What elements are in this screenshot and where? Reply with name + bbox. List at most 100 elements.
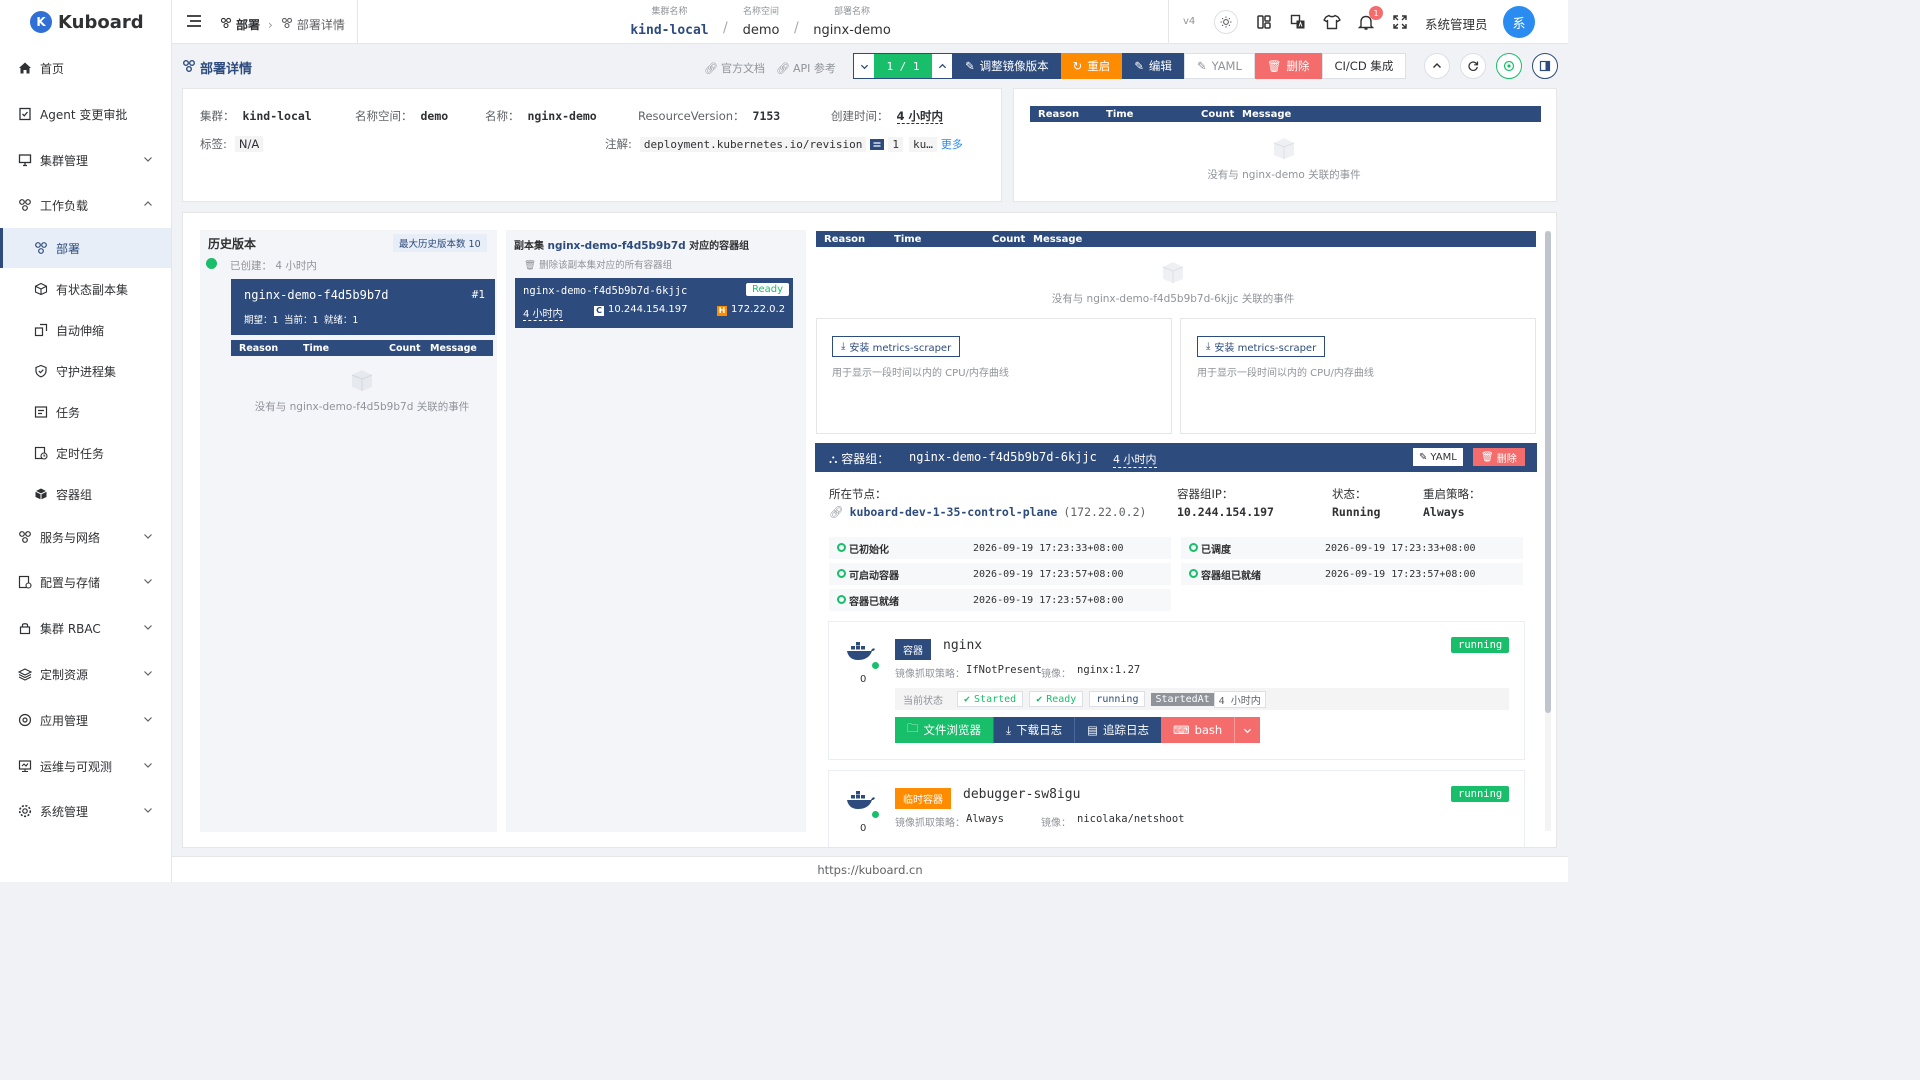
api-link-label: API 参考 xyxy=(792,62,836,75)
download-log-button[interactable]: ⤓ 下载日志 xyxy=(993,717,1075,743)
meta-key: 创建时间： xyxy=(831,109,889,123)
meta-created: 创建时间： 4 小时内 xyxy=(831,108,944,124)
pod-card[interactable]: nginx-demo-f4d5b9b7d-6kjjc Ready 4 小时内 C… xyxy=(515,278,793,328)
install-metrics-button[interactable]: ⤓ 安装 metrics-scraper xyxy=(832,336,961,357)
edit-button[interactable]: ✎ 编辑 xyxy=(1122,53,1184,79)
sidebar-item-jobs[interactable]: 任务 xyxy=(0,392,171,432)
api-link[interactable]: 🔗︎ API 参考 xyxy=(776,60,836,76)
column-header: Count xyxy=(992,233,1026,245)
sidebar-item-crd[interactable]: 定制资源 xyxy=(0,654,171,694)
sidebar-item-workloads[interactable]: 工作负载 xyxy=(0,185,171,225)
empty-text: 没有与 nginx-demo-f4d5b9b7d 关联的事件 xyxy=(254,401,470,413)
follow-log-button[interactable]: ▤ 追踪日志 xyxy=(1074,717,1161,743)
pod-age: 4 小时内 xyxy=(1113,453,1157,468)
shell-dropdown[interactable] xyxy=(1234,717,1261,743)
history-title: 历史版本 xyxy=(208,237,257,251)
delete-button[interactable]: 🗑︎ 删除 xyxy=(1254,53,1322,79)
cicd-button[interactable]: CI/CD 集成 xyxy=(1321,53,1407,79)
file-browser-button[interactable]: 🗀︎ 文件浏览器 xyxy=(895,717,993,743)
chat-icon[interactable] xyxy=(1496,53,1522,79)
breadcrumb-deployments[interactable]: 部署 xyxy=(236,16,260,33)
node-link[interactable]: kuboard-dev-1-35-control-plane xyxy=(850,505,1058,519)
button-label: 编辑 xyxy=(1148,59,1172,73)
job-icon xyxy=(34,405,48,419)
annotation-key: deployment.kubernetes.io/revision xyxy=(639,136,867,152)
user-name[interactable]: 系统管理员 xyxy=(1425,14,1488,33)
deployment-icon xyxy=(34,241,48,255)
sidebar-item-daemonsets[interactable]: 守护进程集 xyxy=(0,351,171,391)
history-max-badge: 最大历史版本数 10 xyxy=(393,234,487,252)
container-card-debugger: 0 临时容器 debugger-sw8igu running 镜像抓取策略： A… xyxy=(828,770,1525,847)
button-label: YAML xyxy=(1430,451,1457,463)
pager-up-icon[interactable] xyxy=(932,54,952,78)
sidebar-item-deployments[interactable]: 部署 xyxy=(0,228,171,268)
menu-toggle-icon[interactable] xyxy=(186,14,202,31)
sidebar-item-home[interactable]: 首页 xyxy=(0,48,171,88)
state-label: 当前状态 xyxy=(903,695,943,707)
container-status-dot xyxy=(872,811,879,818)
replicaset-name: nginx-demo-f4d5b9b7d xyxy=(547,240,686,252)
cronjob-icon xyxy=(34,446,48,460)
revision-number: #1 xyxy=(471,288,485,301)
pager-down-icon[interactable] xyxy=(854,54,874,78)
sidebar-item-cluster-mgmt[interactable]: 集群管理 xyxy=(0,140,171,180)
yaml-button[interactable]: ✎ YAML xyxy=(1183,53,1255,79)
refresh-icon[interactable] xyxy=(1460,53,1486,79)
sidebar-item-pods[interactable]: 容器组 xyxy=(0,474,171,514)
footer-link[interactable]: https://kuboard.cn xyxy=(817,863,922,877)
button-label: 重启 xyxy=(1087,59,1111,73)
sidebar-item-cronjobs[interactable]: 定时任务 xyxy=(0,433,171,473)
container-card-nginx: 0 容器 nginx running 镜像抓取策略： IfNotPresent … xyxy=(828,621,1525,760)
sidebar-item-agent-approval[interactable]: Agent 变更审批 xyxy=(0,94,171,134)
logo[interactable]: K Kuboard xyxy=(0,0,171,44)
collapse-up-icon[interactable] xyxy=(1424,53,1450,79)
context-deployment[interactable]: 部署名称 nginx-demo xyxy=(810,4,894,38)
pod-delete-button[interactable]: 🗑︎ 删除 xyxy=(1473,448,1525,466)
sidebar-item-label: 服务与网络 xyxy=(40,530,101,545)
annotations-more-link[interactable]: 更多 xyxy=(941,136,963,152)
events-table-header: Reason Time Count Message xyxy=(1030,106,1541,122)
sidebar: K Kuboard 首页 Agent 变更审批 集群管理 工作负载 部署 有状态… xyxy=(0,0,172,882)
history-events-empty: 没有与 nginx-demo-f4d5b9b7d 关联的事件 xyxy=(231,365,493,414)
sidebar-item-app-mgmt[interactable]: 应用管理 xyxy=(0,700,171,740)
layout-icon[interactable] xyxy=(1254,12,1274,32)
status-dot xyxy=(206,258,217,269)
sidebar-item-service-network[interactable]: 服务与网络 xyxy=(0,517,171,557)
app-name: Kuboard xyxy=(58,11,144,33)
lock-icon xyxy=(18,621,32,635)
adjust-image-button[interactable]: ✎ 调整镜像版本 xyxy=(953,53,1061,79)
docs-link[interactable]: 🔗︎ 官方文档 xyxy=(704,60,765,76)
install-metrics-button[interactable]: ⤓ 安装 metrics-scraper xyxy=(1197,336,1326,357)
scrollbar-track[interactable] xyxy=(1545,231,1551,831)
meta-value: demo xyxy=(420,109,449,123)
sidebar-item-ops[interactable]: 运维与可观测 xyxy=(0,746,171,786)
pod-events-empty: 没有与 nginx-demo-f4d5b9b7d-6kjjc 关联的事件 xyxy=(1023,257,1323,306)
memory-metrics-panel: ⤓ 安装 metrics-scraper 用于显示一段时间以内的 CPU/内存曲线 xyxy=(1180,318,1536,434)
breadcrumb: 部署 › 部署详情 xyxy=(220,16,345,33)
fullscreen-icon[interactable] xyxy=(1390,12,1410,32)
pod-ip: 10.244.154.197 xyxy=(608,304,688,315)
deployment-meta-card: 集群： kind-local 名称空间： demo 名称： nginx-demo Re… xyxy=(182,88,1002,202)
context-cluster[interactable]: 集群名称 kind-local xyxy=(622,4,717,38)
translate-icon[interactable] xyxy=(1288,12,1308,32)
page-title: 部署详情 xyxy=(182,58,252,77)
context-namespace[interactable]: 名称空间 demo xyxy=(737,4,785,38)
avatar[interactable]: 系 xyxy=(1503,6,1535,38)
restart-button[interactable]: ↻ 重启 xyxy=(1060,53,1123,79)
chevron-down-icon xyxy=(144,625,152,630)
pod-yaml-button[interactable]: ✎ YAML xyxy=(1413,448,1463,466)
check-circle-icon: ✔︎ xyxy=(1036,693,1043,705)
delete-all-pods-link[interactable]: 🗑︎ 删除该副本集对应的所有容器组 xyxy=(524,257,672,271)
sidebar-item-system[interactable]: 系统管理 xyxy=(0,791,171,831)
scrollbar-thumb[interactable] xyxy=(1545,231,1551,713)
sidebar-item-rbac[interactable]: 集群 RBAC xyxy=(0,608,171,648)
shirt-icon[interactable] xyxy=(1322,12,1342,32)
sidebar-item-config-storage[interactable]: 配置与存储 xyxy=(0,562,171,602)
chevron-down-icon xyxy=(144,717,152,722)
sidepanel-icon[interactable] xyxy=(1532,53,1558,79)
sidebar-item-autoscaling[interactable]: 自动伸缩 xyxy=(0,310,171,350)
bash-button[interactable]: ⌨︎ bash xyxy=(1160,717,1235,743)
replicaset-card[interactable]: nginx-demo-f4d5b9b7d #1 期望：1 当前：1 就绪：1 xyxy=(231,279,495,335)
sidebar-item-statefulsets[interactable]: 有状态副本集 xyxy=(0,269,171,309)
theme-sun-icon[interactable] xyxy=(1214,10,1238,34)
